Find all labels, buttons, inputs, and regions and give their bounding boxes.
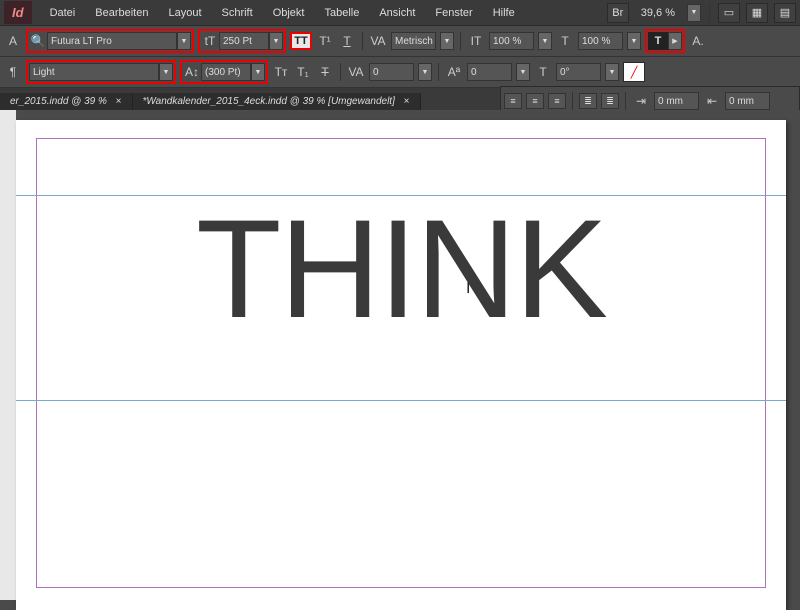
menubar: Id Datei Bearbeiten Layout Schrift Objek… bbox=[0, 0, 800, 26]
tracking-dropdown[interactable]: ▼ bbox=[418, 63, 432, 81]
menu-layout[interactable]: Layout bbox=[158, 3, 211, 23]
hscale-dropdown[interactable]: ▼ bbox=[538, 32, 552, 50]
screen-mode-icon[interactable]: ▦ bbox=[746, 3, 768, 23]
text-frame-content[interactable]: THINK bbox=[16, 188, 786, 350]
font-dropdown[interactable]: ▼ bbox=[177, 32, 191, 50]
close-icon[interactable]: × bbox=[116, 96, 122, 107]
tab-label: *Wandkalender_2015_4eck.indd @ 39 % [Umg… bbox=[143, 96, 395, 107]
menu-objekt[interactable]: Objekt bbox=[263, 3, 315, 23]
menu-tabelle[interactable]: Tabelle bbox=[314, 3, 369, 23]
baseline-dropdown[interactable]: ▼ bbox=[516, 63, 530, 81]
small-caps-icon[interactable]: Tᴛ bbox=[272, 63, 290, 81]
font-family-field[interactable]: Futura LT Pro bbox=[47, 32, 177, 50]
none-swatch-icon[interactable]: ╱ bbox=[623, 62, 645, 82]
subscript-icon[interactable]: T₁ bbox=[294, 63, 312, 81]
menu-hilfe[interactable]: Hilfe bbox=[483, 3, 525, 23]
fill-dropdown[interactable]: ▶ bbox=[668, 32, 682, 50]
indent-right-icon: ⇤ bbox=[703, 92, 721, 110]
fill-text-icon[interactable]: T bbox=[648, 32, 668, 50]
character-mode-icon[interactable]: A bbox=[4, 32, 22, 50]
baseline-field[interactable]: 0 bbox=[467, 63, 512, 81]
guide-line[interactable] bbox=[16, 400, 786, 401]
font-style-dropdown[interactable]: ▼ bbox=[159, 63, 173, 81]
font-size-field[interactable]: 250 Pt bbox=[219, 32, 269, 50]
search-icon: 🔍 bbox=[29, 32, 47, 50]
bridge-icon[interactable]: Br bbox=[607, 3, 629, 23]
menu-ansicht[interactable]: Ansicht bbox=[369, 3, 425, 23]
leading-field[interactable]: (300 Pt) bbox=[201, 63, 251, 81]
font-style-field[interactable]: Light bbox=[29, 63, 159, 81]
hscale-field[interactable]: 100 % bbox=[489, 32, 534, 50]
vscale-field[interactable]: 100 % bbox=[578, 32, 623, 50]
leading-icon: A↕ bbox=[183, 63, 201, 81]
close-icon[interactable]: × bbox=[404, 96, 410, 107]
view-mode-icon[interactable]: ▭ bbox=[718, 3, 740, 23]
leading-dropdown[interactable]: ▼ bbox=[251, 63, 265, 81]
arrange-icon[interactable]: ▤ bbox=[774, 3, 796, 23]
align-center-icon[interactable]: ≡ bbox=[526, 93, 544, 109]
tracking-field[interactable]: 0 bbox=[369, 63, 414, 81]
hscale-icon: IT bbox=[467, 32, 485, 50]
indent-left-field[interactable]: 0 mm bbox=[654, 92, 699, 110]
zoom-level[interactable]: 39,6 % bbox=[635, 7, 681, 19]
indent-right-field[interactable]: 0 mm bbox=[725, 92, 770, 110]
menu-datei[interactable]: Datei bbox=[40, 3, 86, 23]
kerning-field[interactable]: Metrisch bbox=[391, 32, 436, 50]
skew-field[interactable]: 0° bbox=[556, 63, 601, 81]
tab-doc2[interactable]: *Wandkalender_2015_4eck.indd @ 39 % [Umg… bbox=[133, 93, 421, 110]
font-size-icon: tT bbox=[201, 32, 219, 50]
align-left-icon[interactable]: ≡ bbox=[504, 93, 522, 109]
char-style-icon[interactable]: A. bbox=[689, 32, 707, 50]
kerning-dropdown[interactable]: ▼ bbox=[440, 32, 454, 50]
superscript-icon[interactable]: T¹ bbox=[316, 32, 334, 50]
text-cursor-icon: I bbox=[466, 280, 470, 298]
align-right-icon[interactable]: ≡ bbox=[548, 93, 566, 109]
vscale-icon: T bbox=[556, 32, 574, 50]
underline-icon[interactable]: T bbox=[338, 32, 356, 50]
control-bar-row2: ¶ Light ▼ A↕ (300 Pt) ▼ Tᴛ T₁ T VA 0 ▼ A… bbox=[0, 57, 800, 88]
tracking-icon: VA bbox=[347, 63, 365, 81]
vertical-ruler[interactable] bbox=[0, 110, 16, 600]
vscale-dropdown[interactable]: ▼ bbox=[627, 32, 641, 50]
skew-icon: T bbox=[534, 63, 552, 81]
font-size-dropdown[interactable]: ▼ bbox=[269, 32, 283, 50]
menu-schrift[interactable]: Schrift bbox=[212, 3, 263, 23]
canvas-area: THINK I bbox=[0, 110, 800, 600]
skew-dropdown[interactable]: ▼ bbox=[605, 63, 619, 81]
kerning-icon: VA bbox=[369, 32, 387, 50]
justify-left-icon[interactable]: ≣ bbox=[579, 93, 597, 109]
strikethrough-icon[interactable]: T bbox=[316, 63, 334, 81]
tab-doc1[interactable]: er_2015.indd @ 39 % × bbox=[0, 93, 133, 110]
document-page[interactable]: THINK I bbox=[16, 120, 786, 610]
menu-bearbeiten[interactable]: Bearbeiten bbox=[85, 3, 158, 23]
control-bar-row1: A 🔍 Futura LT Pro ▼ tT 250 Pt ▼ TT T¹ T … bbox=[0, 26, 800, 57]
indent-left-icon: ⇥ bbox=[632, 92, 650, 110]
zoom-dropdown[interactable]: ▼ bbox=[687, 4, 701, 22]
justify-center-icon[interactable]: ≣ bbox=[601, 93, 619, 109]
baseline-icon: Aª bbox=[445, 63, 463, 81]
all-caps-button[interactable]: TT bbox=[290, 32, 312, 50]
paragraph-mode-icon[interactable]: ¶ bbox=[4, 63, 22, 81]
tab-label: er_2015.indd @ 39 % bbox=[10, 96, 107, 107]
app-logo: Id bbox=[4, 1, 32, 24]
menu-fenster[interactable]: Fenster bbox=[425, 3, 482, 23]
